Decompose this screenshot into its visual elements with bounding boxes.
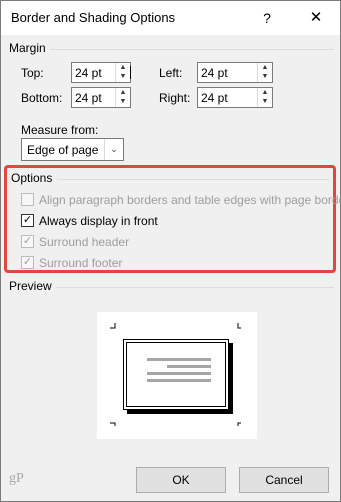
top-spinner[interactable]: 24 pt ▲ ▼ bbox=[71, 62, 131, 83]
options-group-line bbox=[57, 179, 329, 180]
left-value: 24 pt bbox=[201, 66, 228, 80]
right-value: 24 pt bbox=[201, 91, 228, 105]
preview-text-line bbox=[147, 372, 211, 375]
preview-page bbox=[126, 342, 226, 407]
top-label: Top: bbox=[21, 66, 44, 80]
always-display-front-label: Always display in front bbox=[39, 214, 158, 228]
margin-group-line bbox=[9, 49, 334, 50]
top-value: 24 pt bbox=[75, 66, 102, 80]
close-button[interactable]: ✕ bbox=[299, 5, 333, 31]
preview-page-border bbox=[123, 339, 229, 410]
margin-group-label: Margin bbox=[9, 41, 50, 55]
dialog-title: Border and Shading Options bbox=[11, 10, 176, 25]
spin-up-icon[interactable]: ▲ bbox=[116, 63, 130, 72]
help-button[interactable]: ? bbox=[253, 5, 281, 31]
text-caret bbox=[130, 66, 131, 79]
measure-from-select[interactable]: Edge of page ⌄ bbox=[21, 138, 124, 161]
align-borders-checkbox[interactable] bbox=[21, 193, 34, 206]
spin-down-icon[interactable]: ▼ bbox=[258, 97, 272, 106]
spin-down-icon[interactable]: ▼ bbox=[116, 72, 130, 81]
preview-shadow bbox=[229, 343, 233, 414]
watermark-logo: gP bbox=[9, 471, 24, 486]
spin-down-icon[interactable]: ▼ bbox=[116, 97, 130, 106]
border-preview bbox=[97, 312, 257, 439]
corner-mark-icon bbox=[110, 422, 116, 426]
left-label: Left: bbox=[159, 66, 183, 80]
preview-text-line bbox=[147, 358, 211, 361]
spin-up-icon[interactable]: ▲ bbox=[258, 88, 272, 97]
left-spinner[interactable]: 24 pt ▲ ▼ bbox=[197, 62, 273, 83]
measure-from-label: Measure from: bbox=[21, 123, 99, 137]
right-spinner[interactable]: 24 pt ▲ ▼ bbox=[197, 87, 273, 108]
bottom-spinner[interactable]: 24 pt ▲ ▼ bbox=[71, 87, 131, 108]
bottom-value: 24 pt bbox=[75, 91, 102, 105]
right-spin-buttons: ▲ ▼ bbox=[257, 88, 272, 107]
preview-shadow bbox=[127, 410, 233, 414]
corner-mark-icon bbox=[237, 323, 241, 329]
surround-header-checkbox[interactable]: ✓ bbox=[21, 235, 34, 248]
options-group-label: Options bbox=[11, 171, 53, 185]
bottom-spin-buttons: ▲ ▼ bbox=[115, 88, 130, 107]
cancel-button[interactable]: Cancel bbox=[239, 467, 329, 493]
measure-from-value: Edge of page bbox=[27, 143, 99, 157]
surround-header-label: Surround header bbox=[39, 235, 130, 249]
spin-up-icon[interactable]: ▲ bbox=[116, 88, 130, 97]
surround-footer-label: Surround footer bbox=[39, 256, 123, 270]
preview-group-label: Preview bbox=[9, 279, 56, 293]
preview-text-line bbox=[147, 379, 211, 382]
always-display-front-checkbox[interactable]: ✓ bbox=[21, 214, 34, 227]
preview-text-line bbox=[167, 365, 211, 368]
align-borders-label: Align paragraph borders and table edges … bbox=[39, 193, 341, 207]
bottom-label: Bottom: bbox=[21, 91, 63, 105]
right-label: Right: bbox=[159, 91, 191, 105]
left-spin-buttons: ▲ ▼ bbox=[257, 63, 272, 82]
title-bar: Border and Shading Options ? ✕ bbox=[1, 1, 340, 35]
top-spin-buttons: ▲ ▼ bbox=[115, 63, 130, 82]
spin-down-icon[interactable]: ▼ bbox=[258, 72, 272, 81]
corner-mark-icon bbox=[110, 323, 116, 329]
chevron-down-icon[interactable]: ⌄ bbox=[104, 139, 123, 160]
ok-button[interactable]: OK bbox=[136, 467, 226, 493]
spin-up-icon[interactable]: ▲ bbox=[258, 63, 272, 72]
surround-footer-checkbox[interactable]: ✓ bbox=[21, 256, 34, 269]
preview-group-line bbox=[9, 287, 334, 288]
border-shading-dialog: Border and Shading Options ? ✕ Margin To… bbox=[0, 0, 341, 502]
corner-mark-icon bbox=[237, 422, 241, 426]
